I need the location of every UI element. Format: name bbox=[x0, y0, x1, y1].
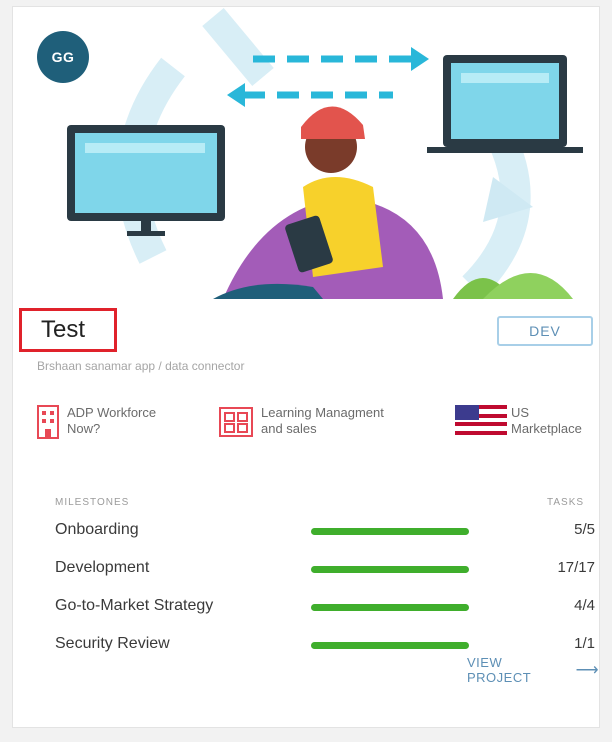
view-project-link[interactable]: VIEW PROJECT ⟶ bbox=[467, 655, 599, 685]
task-count: 4/4 bbox=[574, 597, 595, 614]
progress-bar-fill bbox=[311, 642, 469, 649]
view-project-label: VIEW PROJECT bbox=[467, 655, 532, 685]
project-card[interactable]: GG Test DEV Brshaan sanamar app / data c… bbox=[12, 6, 600, 728]
feature-item-marketplace: US Marketplace bbox=[455, 405, 582, 437]
milestone-name: Go-to-Market Strategy bbox=[55, 597, 214, 614]
progress-bar bbox=[311, 604, 469, 611]
task-count: 5/5 bbox=[574, 521, 595, 538]
progress-bar bbox=[311, 642, 469, 649]
milestone-row: Development 17/17 bbox=[55, 559, 595, 581]
feature-sublabel-1: Now? bbox=[67, 421, 101, 436]
task-count: 17/17 bbox=[557, 559, 595, 576]
project-description: Brshaan sanamar app / data connector bbox=[37, 359, 245, 373]
feature-label-1: ADP Workforce bbox=[67, 405, 157, 420]
milestone-row: Security Review 1/1 bbox=[55, 635, 595, 657]
illustration-art bbox=[67, 8, 583, 299]
milestone-row: Onboarding 5/5 bbox=[55, 521, 595, 543]
progress-bar-fill bbox=[311, 604, 469, 611]
progress-bar bbox=[311, 566, 469, 573]
grid-app-icon bbox=[219, 405, 253, 439]
feature-item-learning: Learning Managment and sales bbox=[219, 405, 384, 439]
milestone-name: Security Review bbox=[55, 635, 170, 652]
milestone-name: Development bbox=[55, 559, 150, 576]
feature-sublabel-2: and sales bbox=[261, 421, 317, 436]
tasks-header: TASKS bbox=[547, 497, 585, 508]
feature-label-2: Learning Managment bbox=[261, 405, 384, 420]
feature-label-3: US bbox=[511, 405, 530, 420]
progress-bar-fill bbox=[311, 566, 469, 573]
avatar: GG bbox=[37, 31, 89, 83]
milestone-name: Onboarding bbox=[55, 521, 139, 538]
hero-illustration: GG bbox=[13, 7, 599, 299]
environment-badge[interactable]: DEV bbox=[497, 316, 593, 346]
feature-item-workforce: ADP Workforce Now? bbox=[37, 405, 156, 439]
milestones-header: MILESTONES bbox=[55, 497, 130, 508]
arrow-right-icon: ⟶ bbox=[575, 662, 599, 679]
task-count: 1/1 bbox=[574, 635, 595, 652]
project-title[interactable]: Test bbox=[41, 316, 85, 344]
building-icon bbox=[37, 405, 59, 439]
us-flag-icon bbox=[455, 405, 507, 435]
milestone-row: Go-to-Market Strategy 4/4 bbox=[55, 597, 595, 619]
progress-bar bbox=[311, 528, 469, 535]
progress-bar-fill bbox=[311, 528, 469, 535]
feature-sublabel-3: Marketplace bbox=[511, 421, 582, 436]
